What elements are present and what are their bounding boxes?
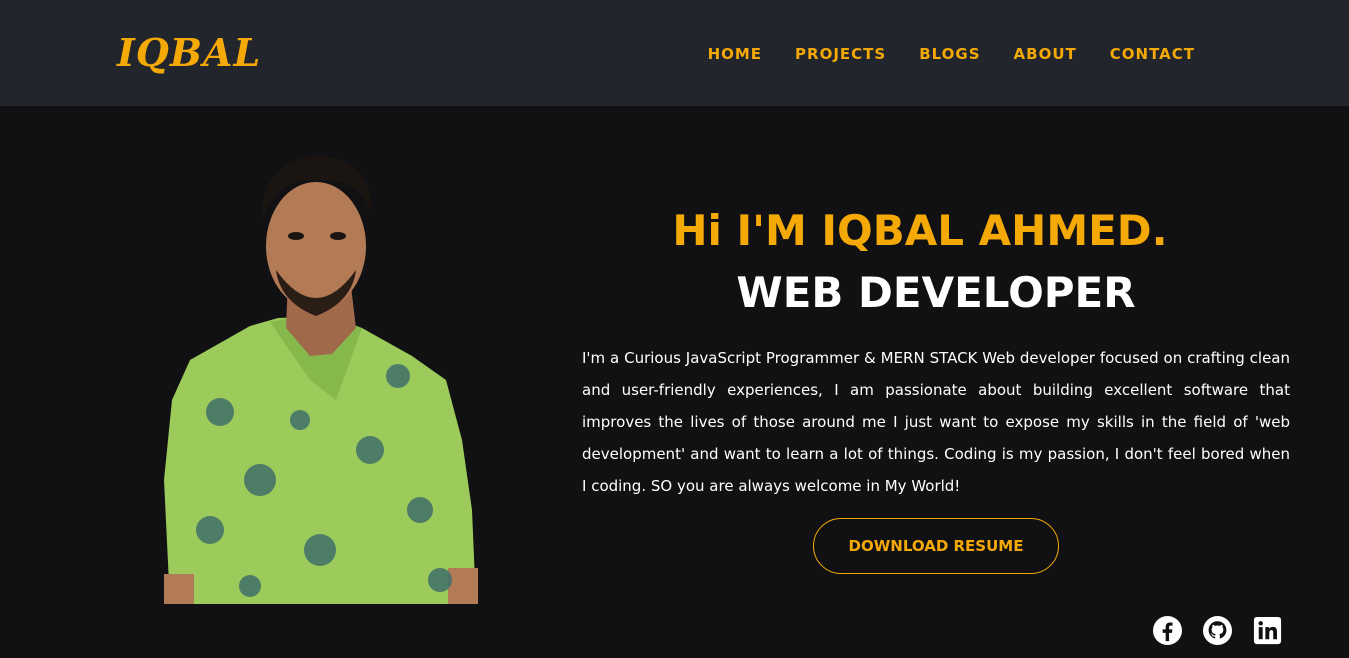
hero-bio: I'm a Curious JavaScript Programmer & ME… bbox=[582, 349, 1290, 495]
top-navbar: IQBAL HOME PROJECTS BLOGS ABOUT CONTACT bbox=[0, 0, 1349, 106]
nav-blogs[interactable]: BLOGS bbox=[919, 44, 980, 64]
hero-greeting: Hi I'M IQBAL AHMED. bbox=[672, 206, 1168, 255]
social-links bbox=[1152, 615, 1283, 646]
linkedin-icon[interactable] bbox=[1252, 615, 1283, 646]
hero-role: WEB DEVELOPER bbox=[736, 268, 1136, 317]
facebook-icon[interactable] bbox=[1152, 615, 1183, 646]
github-icon[interactable] bbox=[1202, 615, 1233, 646]
site-logo[interactable]: IQBAL bbox=[117, 28, 261, 78]
nav-contact[interactable]: CONTACT bbox=[1110, 44, 1195, 64]
profile-photo bbox=[164, 156, 478, 604]
nav-home[interactable]: HOME bbox=[708, 44, 762, 64]
main-nav: HOME PROJECTS BLOGS ABOUT CONTACT bbox=[708, 44, 1195, 64]
nav-projects[interactable]: PROJECTS bbox=[795, 44, 886, 64]
nav-about[interactable]: ABOUT bbox=[1014, 44, 1077, 64]
download-resume-button[interactable]: DOWNLOAD RESUME bbox=[813, 518, 1059, 574]
